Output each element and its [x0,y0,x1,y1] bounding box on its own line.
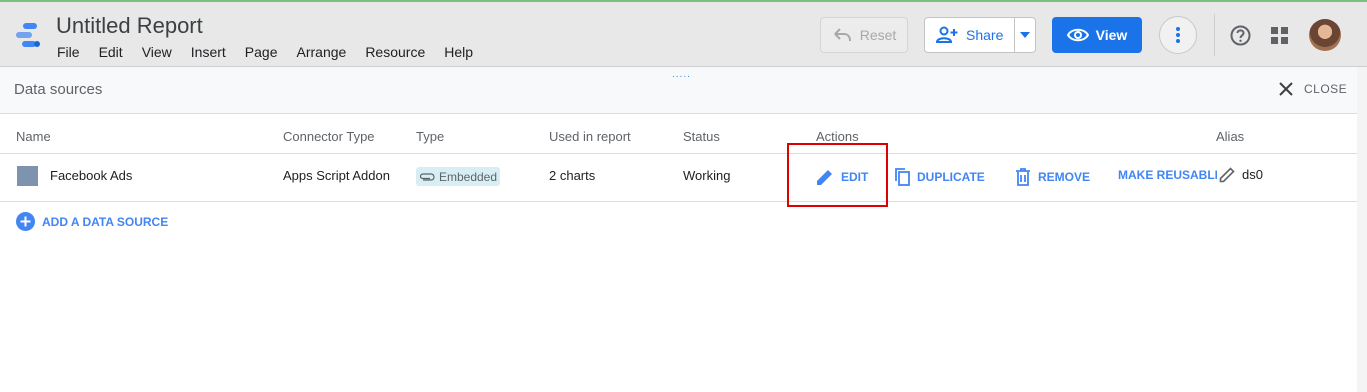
menu-arrange[interactable]: Arrange [297,44,347,60]
share-button[interactable]: Share [924,17,1036,53]
share-dropdown[interactable] [1015,18,1035,52]
user-avatar[interactable] [1309,19,1341,51]
embedded-badge: Embedded [416,167,500,186]
used-in-report: 2 charts [549,168,596,183]
duplicate-label: DUPLICATE [917,170,985,184]
vertical-scrollbar[interactable] [1357,67,1367,392]
status-text: Working [683,168,731,183]
close-panel-button[interactable]: CLOSE [1278,81,1347,97]
data-source-name[interactable]: Facebook Ads [50,168,132,183]
column-header-name[interactable]: Name [16,129,51,144]
menu-help[interactable]: Help [444,44,473,60]
menu-page[interactable]: Page [245,44,278,60]
column-header-alias[interactable]: Alias [1216,129,1244,144]
close-icon [1279,82,1293,96]
alias-value: ds0 [1242,167,1263,182]
column-header-status[interactable]: Status [683,129,720,144]
close-label: CLOSE [1304,82,1348,96]
top-bar: Untitled Report File Edit View Insert Pa… [0,0,1367,67]
share-label: Share [966,27,1004,43]
connector-type: Apps Script Addon [283,168,390,183]
caret-down-icon [1020,32,1031,38]
menu-insert[interactable]: Insert [191,44,226,60]
make-reusable-label: MAKE REUSABLE [1118,168,1217,182]
menu-resource[interactable]: Resource [365,44,425,60]
column-header-used[interactable]: Used in report [549,129,631,144]
data-source-icon [17,166,38,186]
reset-button[interactable]: Reset [820,17,908,53]
panel-title: Data sources [14,81,103,98]
view-label: View [1095,27,1128,43]
share-main[interactable]: Share [925,18,1016,52]
column-header-connector[interactable]: Connector Type [283,129,375,144]
column-header-actions: Actions [816,129,859,144]
header-divider [0,153,1357,154]
more-vert-icon [1176,27,1180,43]
trash-icon [1016,168,1030,186]
add-circle-icon [16,212,35,231]
data-studio-logo-icon [16,23,40,47]
add-data-source-button[interactable]: ADD A DATA SOURCE [16,212,168,231]
add-data-source-label: ADD A DATA SOURCE [42,214,169,229]
edit-highlight-box [787,143,888,207]
alias-cell[interactable]: ds0 [1219,166,1263,183]
type-label: Embedded [438,169,498,184]
column-header-type[interactable]: Type [416,129,444,144]
data-sources-panel-header: ..... Data sources CLOSE [0,67,1357,114]
undo-icon [833,28,851,42]
panel-drag-handle[interactable]: ..... [672,69,691,80]
pencil-icon [1219,167,1235,183]
menu-view[interactable]: View [142,44,172,60]
add-person-icon [936,26,958,43]
help-icon[interactable] [1230,25,1251,46]
paperclip-icon [419,172,435,181]
menu-bar: File Edit View Insert Page Arrange Resou… [57,44,492,60]
toolbar-divider [1214,14,1215,56]
apps-grid-icon[interactable] [1271,27,1288,44]
report-title[interactable]: Untitled Report [56,13,203,39]
remove-button[interactable]: REMOVE [1015,168,1090,186]
duplicate-button[interactable]: DUPLICATE [894,168,985,186]
eye-icon [1066,28,1089,42]
menu-file[interactable]: File [57,44,80,60]
view-button[interactable]: View [1052,17,1142,53]
row-divider [0,201,1357,202]
more-options-button[interactable] [1159,16,1197,54]
menu-edit[interactable]: Edit [99,44,123,60]
copy-icon [895,168,910,186]
reset-label: Reset [859,27,897,43]
make-reusable-button[interactable]: MAKE REUSABLE [1111,164,1217,188]
remove-label: REMOVE [1038,170,1091,184]
